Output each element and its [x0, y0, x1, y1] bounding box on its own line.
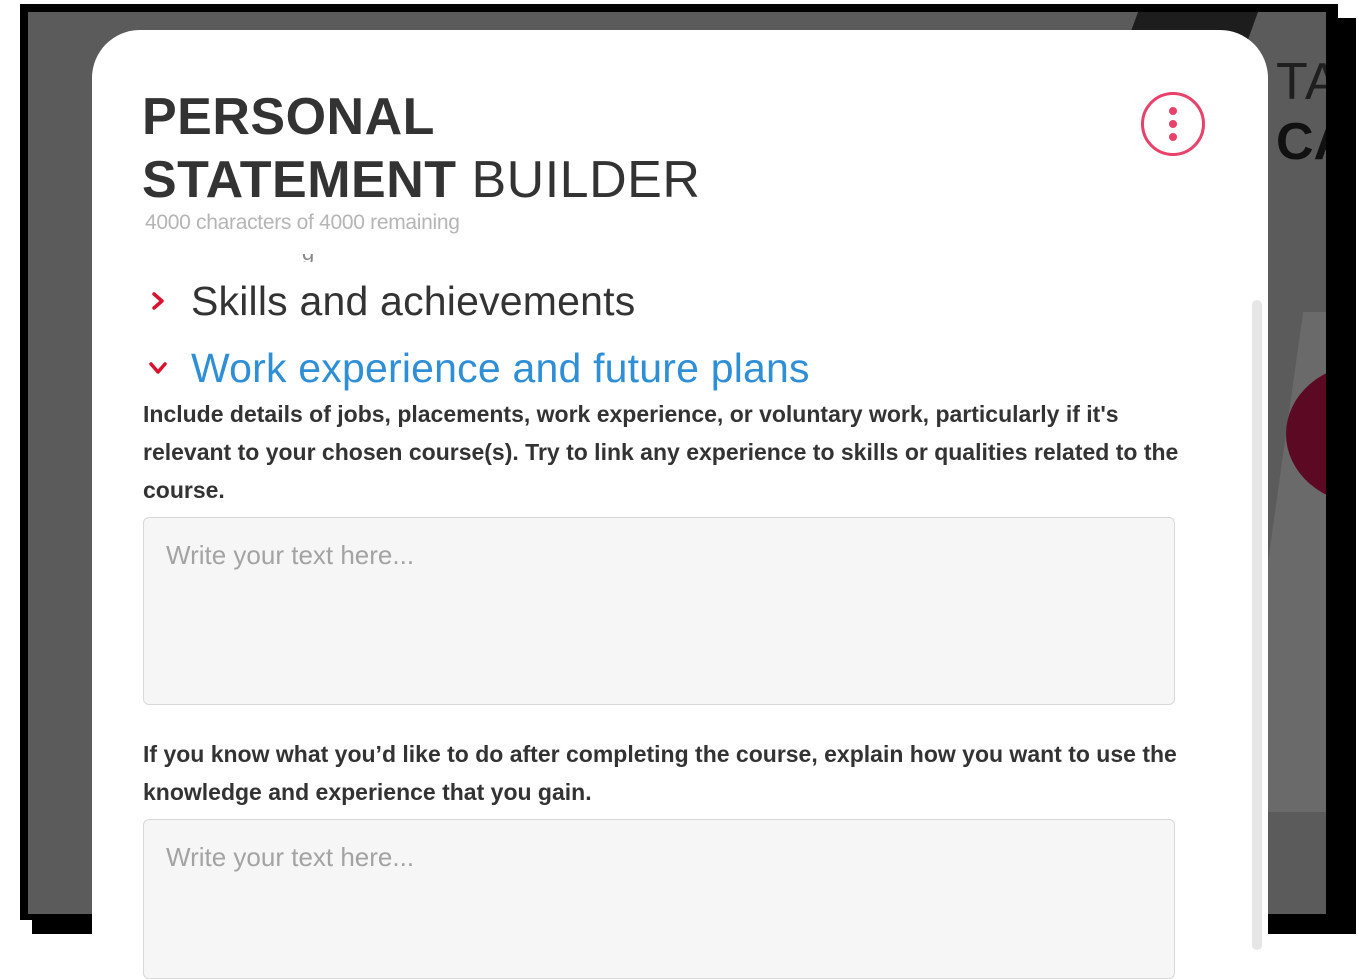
title-light: BUILDER — [471, 151, 701, 209]
scrollbar[interactable] — [1252, 300, 1262, 950]
more-options-button[interactable] — [1141, 92, 1205, 156]
future-plans-textarea[interactable] — [143, 819, 1175, 979]
section-label: Work experience and future plans — [191, 345, 810, 391]
background-text: TA — [1276, 53, 1326, 111]
future-plans-prompt: If you know what you’d like to do after … — [143, 741, 1177, 805]
section-skills-and-achievements[interactable]: Skills and achievements — [147, 276, 635, 326]
clipped-heading-fragment: g — [302, 254, 322, 262]
page-title: PERSONAL STATEMENT BUILDER — [142, 86, 700, 212]
character-counter: 4000 characters of 4000 remaining — [145, 211, 460, 234]
kebab-dot — [1169, 133, 1177, 141]
chevron-right-icon — [152, 292, 164, 310]
kebab-dot — [1169, 120, 1177, 128]
statement-builder-modal: PERSONAL STATEMENT BUILDER 4000 characte… — [92, 30, 1268, 979]
title-line1: PERSONAL — [142, 88, 435, 146]
work-experience-textarea[interactable] — [143, 517, 1175, 705]
chevron-down-icon — [149, 362, 167, 374]
kebab-menu-icon — [1169, 107, 1177, 115]
section-work-experience[interactable]: Work experience and future plans — [147, 343, 810, 393]
background-text-bold: CA — [1276, 113, 1326, 171]
title-line2: STATEMENT — [142, 151, 457, 209]
section-label: Skills and achievements — [191, 278, 636, 324]
work-experience-prompt: Include details of jobs, placements, wor… — [143, 401, 1179, 503]
